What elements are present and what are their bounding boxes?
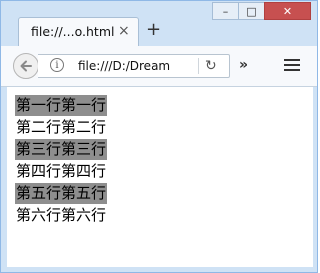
- back-arrow-icon: [20, 60, 32, 72]
- minimize-icon: –: [222, 4, 229, 18]
- content-line: 第四行第四行: [16, 162, 107, 180]
- browser-window: file://...o.html × + – □ ✕ i file:///D:/…: [0, 0, 318, 273]
- content-line: 第五行第五行: [15, 183, 108, 204]
- content-line: 第二行第二行: [16, 118, 107, 136]
- content-line: 第六行第六行: [16, 206, 107, 224]
- navigation-toolbar: i file:///D:/Dream ↻ »: [1, 46, 317, 87]
- page-content: 第一行第一行 第二行第二行 第三行第三行 第四行第四行 第五行第五行 第六行第六…: [7, 87, 313, 267]
- close-window-button[interactable]: ✕: [264, 2, 311, 20]
- info-icon[interactable]: i: [50, 58, 64, 72]
- close-icon: ✕: [282, 4, 293, 18]
- minimize-button[interactable]: –: [212, 2, 239, 20]
- address-bar[interactable]: i file:///D:/Dream ↻: [38, 54, 230, 78]
- reload-icon[interactable]: ↻: [205, 57, 217, 75]
- maximize-button[interactable]: □: [238, 2, 265, 20]
- content-line: 第一行第一行: [15, 95, 108, 116]
- content-line: 第三行第三行: [15, 139, 108, 160]
- tab-close-icon[interactable]: ×: [118, 23, 130, 39]
- maximize-icon: □: [246, 4, 257, 18]
- tab-title: file://...o.html: [31, 24, 115, 39]
- address-input[interactable]: file:///D:/Dream: [78, 59, 170, 73]
- overflow-chevron-icon[interactable]: »: [239, 57, 248, 73]
- new-tab-button[interactable]: +: [146, 21, 161, 39]
- browser-tab[interactable]: file://...o.html ×: [18, 17, 139, 47]
- window-bottom-border: [1, 267, 317, 272]
- back-button[interactable]: [13, 53, 39, 79]
- title-bar: file://...o.html × + – □ ✕: [1, 1, 317, 47]
- address-divider: [198, 58, 199, 74]
- hamburger-menu-icon[interactable]: [284, 59, 300, 74]
